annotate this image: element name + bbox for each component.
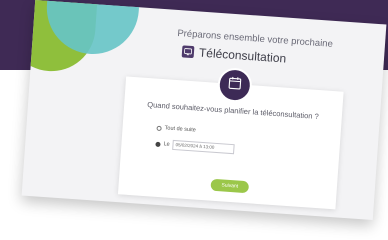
brand-name: Téléconsultation	[198, 45, 287, 66]
teleconsultation-logo-icon	[181, 45, 195, 59]
option-date-label: Le	[163, 141, 170, 148]
option-now[interactable]: Tout de suite	[156, 125, 196, 134]
brand: Téléconsultation	[181, 44, 287, 66]
option-date[interactable]: Le	[155, 139, 235, 155]
date-input[interactable]	[172, 139, 235, 155]
radio-date[interactable]	[155, 141, 161, 147]
option-now-label: Tout de suite	[164, 125, 196, 134]
schedule-card: Quand souhaitez-vous planifier la téléco…	[117, 66, 344, 210]
calendar-icon	[227, 75, 242, 95]
calendar-badge	[216, 66, 253, 104]
page-sheet: Préparons ensemble votre prochaine Téléc…	[21, 0, 387, 221]
radio-now[interactable]	[156, 125, 162, 131]
tilted-screenshot: Préparons ensemble votre prochaine Téléc…	[0, 0, 388, 240]
submit-button[interactable]: Suivant	[210, 178, 250, 194]
page-heading: Préparons ensemble votre prochaine	[176, 27, 334, 50]
